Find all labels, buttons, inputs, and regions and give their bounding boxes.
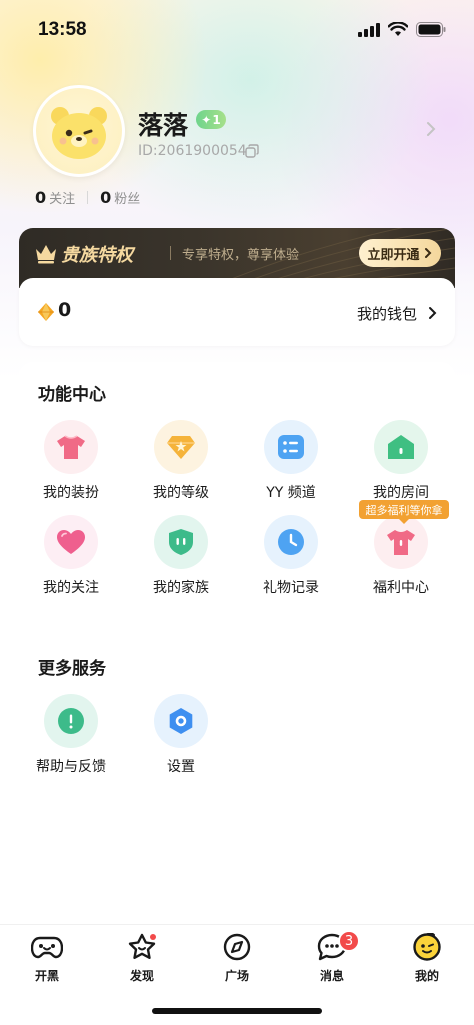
settings-icon-bg (154, 694, 208, 748)
fans-label[interactable]: 粉丝 (114, 188, 140, 207)
compass-icon (223, 933, 251, 961)
user-id: ID:2061900054 (138, 143, 247, 159)
help-feedback-item[interactable]: 帮助与反馈 (21, 694, 121, 776)
welfare-tag: 超多福利等你拿 (359, 500, 449, 524)
crown-icon (36, 245, 56, 264)
level-label: 我的等级 (153, 485, 209, 501)
room-icon (388, 435, 414, 459)
wallet-card[interactable]: 0 我的钱包 (19, 278, 455, 346)
tab-square-label: 广场 (224, 969, 249, 983)
tab-messages[interactable]: 3 消息 (297, 930, 367, 984)
help-icon-bg (44, 694, 98, 748)
tab-mine[interactable]: 我的 (392, 932, 462, 984)
tab-kaihei-label: 开黑 (34, 969, 59, 983)
wallet-balance: 0 (58, 299, 72, 321)
chevron-right-icon (424, 248, 431, 258)
outfit-icon (57, 435, 85, 459)
gamepad-icon (30, 936, 64, 959)
level-icon (167, 436, 195, 459)
follow-stats: 0 关注 0 粉丝 (35, 188, 140, 207)
open-noble-label: 立即开通 (367, 247, 420, 263)
tab-square[interactable]: 广场 (202, 933, 272, 984)
gift-icon (387, 530, 415, 555)
settings-label: 设置 (167, 759, 195, 775)
my-wallet-link[interactable]: 我的钱包 (357, 303, 417, 324)
gift-record-item[interactable]: 礼物记录 (241, 515, 341, 597)
noble-subtitle: 专享特权，尊享体验 (182, 248, 300, 263)
help-feedback-label: 帮助与反馈 (36, 759, 106, 775)
diamond-icon (38, 303, 54, 321)
following-count[interactable]: 0 (35, 188, 46, 207)
clock-icon (278, 529, 304, 555)
status-time: 13:58 (38, 19, 87, 40)
star-icon (128, 933, 156, 959)
family-item[interactable]: 我的家族 (131, 515, 231, 597)
following-label[interactable]: 关注 (49, 188, 75, 207)
status-icons (358, 22, 446, 37)
channel-item[interactable]: YY 频道 (241, 420, 341, 502)
family-icon (169, 529, 193, 555)
follow-label: 我的关注 (43, 580, 99, 596)
more-services-title: 更多服务 (38, 659, 106, 679)
divider (170, 246, 171, 260)
heart-icon (57, 530, 85, 554)
room-label: 我的房间 (373, 485, 429, 501)
gift-record-label: 礼物记录 (263, 580, 319, 596)
home-indicator (152, 1008, 322, 1014)
level-number: 1 (212, 112, 221, 127)
family-icon-bg (154, 515, 208, 569)
nickname: 落落 (138, 111, 189, 140)
level-icon-bg (154, 420, 208, 474)
fans-count[interactable]: 0 (100, 188, 111, 207)
bear-avatar-icon (36, 88, 122, 174)
tab-messages-label: 消息 (319, 969, 344, 983)
message-badge: 3 (338, 930, 360, 952)
profile-face-icon (413, 932, 441, 961)
channel-icon (278, 435, 304, 459)
level-badge: ✦ 1 (196, 110, 226, 129)
tab-mine-label: 我的 (414, 969, 439, 983)
outfit-icon-bg (44, 420, 98, 474)
room-item[interactable]: 我的房间 (351, 420, 451, 502)
function-center-title: 功能中心 (38, 385, 106, 405)
tab-discover-label: 发现 (129, 969, 154, 983)
welfare-label: 福利中心 (373, 580, 429, 596)
follow-item[interactable]: 我的关注 (21, 515, 121, 597)
settings-icon (169, 708, 193, 734)
family-label: 我的家族 (153, 580, 209, 596)
profile-chevron-icon[interactable] (425, 120, 437, 138)
divider (87, 191, 89, 204)
level-item[interactable]: 我的等级 (131, 420, 231, 502)
tab-kaihei[interactable]: 开黑 (12, 933, 82, 984)
help-icon (58, 708, 84, 734)
open-noble-button[interactable]: 立即开通 (359, 239, 441, 267)
channel-label: YY 频道 (266, 485, 316, 501)
copy-icon[interactable] (245, 144, 259, 158)
settings-item[interactable]: 设置 (131, 694, 231, 776)
tab-discover[interactable]: 发现 (107, 933, 177, 984)
wifi-icon (388, 22, 408, 36)
room-icon-bg (374, 420, 428, 474)
sparkle-icon: ✦ (201, 112, 212, 127)
welfare-item[interactable]: 福利中心 (351, 515, 451, 597)
avatar[interactable] (33, 85, 125, 177)
chevron-right-icon[interactable] (427, 306, 437, 320)
channel-icon-bg (264, 420, 318, 474)
outfit-item[interactable]: 我的装扮 (21, 420, 121, 502)
clock-icon-bg (264, 515, 318, 569)
battery-icon (416, 22, 446, 37)
signal-icon (358, 22, 380, 37)
status-bar: 13:58 (0, 0, 474, 58)
heart-icon-bg (44, 515, 98, 569)
noble-title: 贵族特权 (61, 245, 133, 266)
outfit-label: 我的装扮 (43, 485, 99, 501)
